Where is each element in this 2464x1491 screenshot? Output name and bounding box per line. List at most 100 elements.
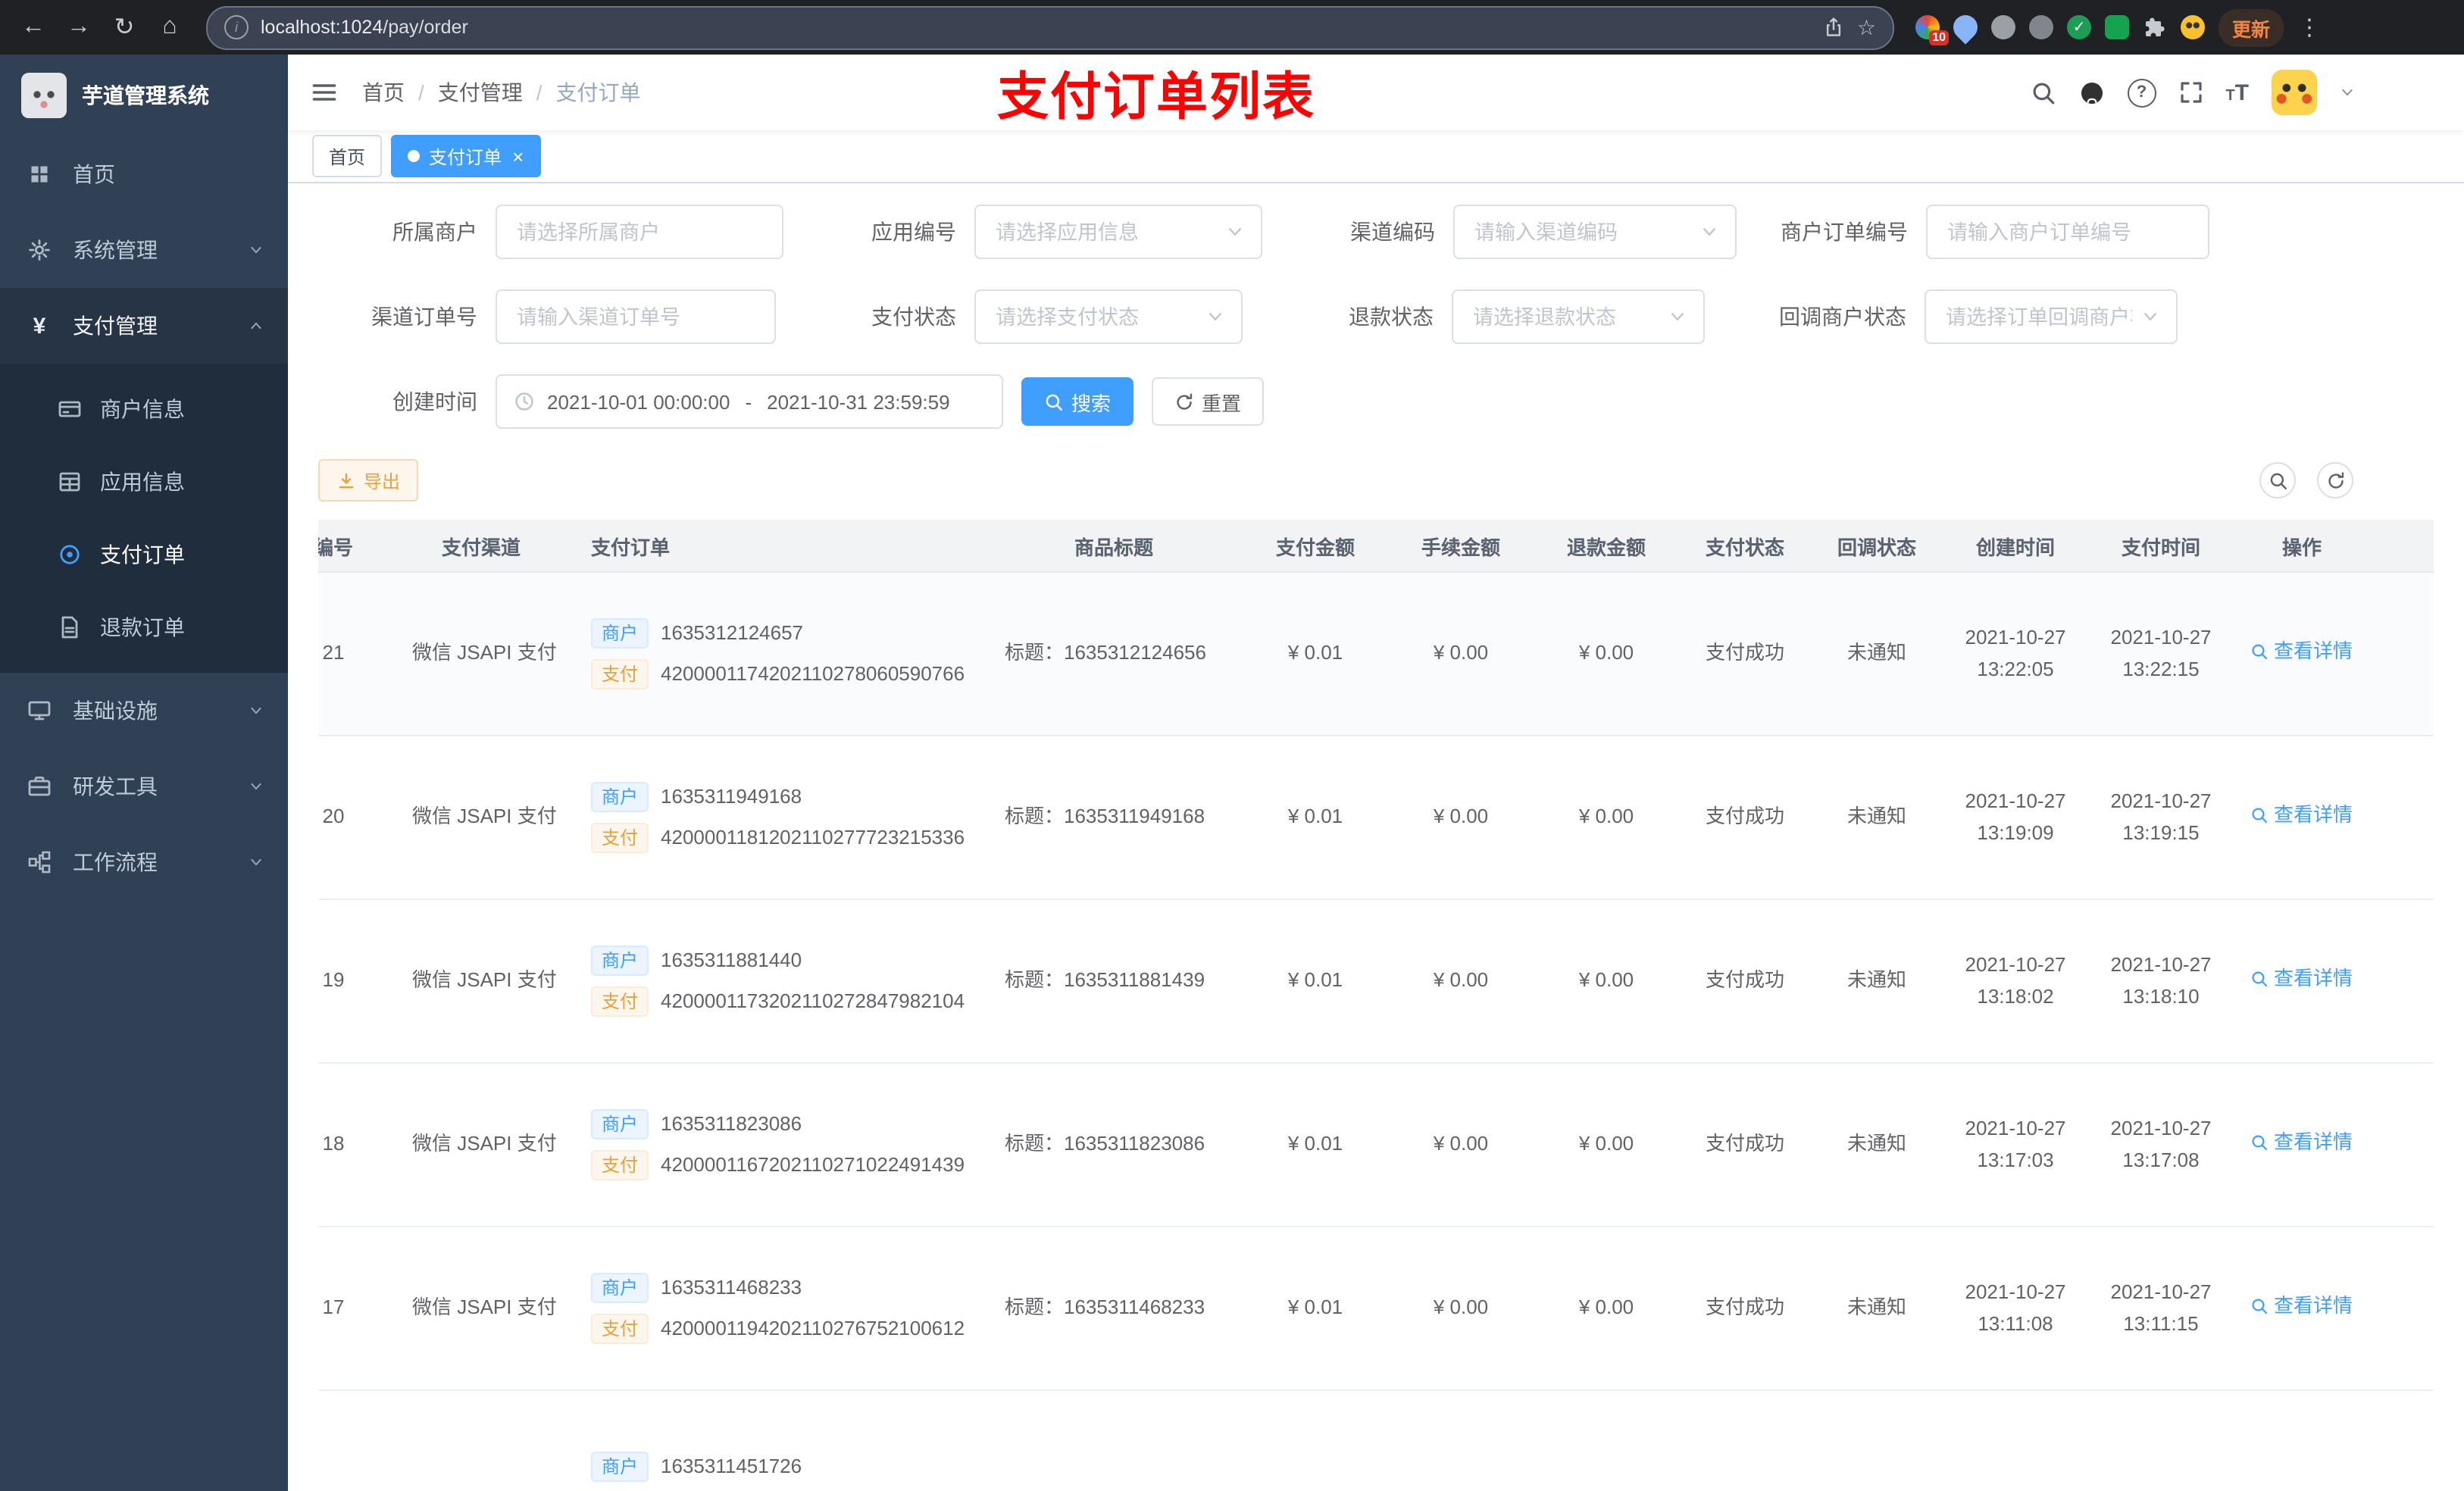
breadcrumb-item[interactable]: 首页 bbox=[362, 77, 405, 108]
refund-status-select[interactable] bbox=[1452, 289, 1705, 344]
merchant-select[interactable] bbox=[496, 205, 783, 259]
column-header[interactable]: 编号 bbox=[318, 531, 409, 560]
pay-status-select[interactable] bbox=[974, 289, 1243, 344]
export-button[interactable]: 导出 bbox=[318, 459, 419, 502]
sidebar-item-merchant-info[interactable]: 商户信息 bbox=[0, 373, 288, 445]
table-row[interactable]: 商户 1635311451726 bbox=[318, 1391, 2434, 1491]
search-button[interactable]: 搜索 bbox=[1021, 377, 1134, 426]
channel-code-select[interactable] bbox=[1453, 205, 1737, 259]
view-detail-link[interactable]: 查看详情 bbox=[2251, 964, 2353, 995]
refund-status-input[interactable] bbox=[1470, 304, 1662, 330]
cell-create-time: 2021-10-27 13:17:03 bbox=[1965, 1117, 2066, 1171]
fullscreen-icon[interactable] bbox=[2178, 80, 2203, 105]
browser-update-button[interactable]: 更新 bbox=[2219, 8, 2284, 46]
cell-pay-time: 2021-10-27 13:11:15 bbox=[2110, 1280, 2212, 1334]
cell-pay-amount: ¥ 0.01 bbox=[1287, 641, 1343, 664]
column-header[interactable]: 支付状态 bbox=[1679, 531, 1811, 560]
search-button-label: 搜索 bbox=[1071, 392, 1112, 414]
site-info-icon[interactable]: i bbox=[224, 15, 249, 39]
breadcrumb-item[interactable]: 支付管理 bbox=[438, 77, 523, 108]
column-header[interactable]: 创建时间 bbox=[1943, 531, 2088, 560]
sidebar-item-pay-order[interactable]: 支付订单 bbox=[0, 518, 288, 591]
app-select[interactable] bbox=[974, 205, 1262, 259]
view-detail-link[interactable]: 查看详情 bbox=[2251, 1128, 2353, 1158]
channel-order-no-field[interactable] bbox=[496, 289, 776, 344]
sidebar-item-workflow[interactable]: 工作流程 bbox=[0, 824, 288, 900]
column-header[interactable]: 操作 bbox=[2234, 531, 2370, 560]
sidebar-toggle-icon[interactable] bbox=[311, 79, 338, 106]
credit-card-icon bbox=[58, 397, 82, 421]
table-row[interactable]: 21 微信 JSAPI 支付 商户 1635312124657 支付 42000… bbox=[318, 573, 2434, 736]
notify-status-input[interactable] bbox=[1943, 304, 2135, 330]
extension-icon[interactable] bbox=[1991, 15, 2015, 39]
date-range-start[interactable]: 2021-10-01 00:00:00 bbox=[547, 390, 730, 413]
merchant-order-no-field[interactable] bbox=[1926, 205, 2209, 259]
merchant-order-no-input[interactable] bbox=[1944, 219, 2191, 245]
column-header[interactable]: 商品标题 bbox=[985, 531, 1243, 560]
browser-forward-button[interactable]: → bbox=[58, 6, 100, 48]
column-header[interactable]: 支付订单 bbox=[553, 531, 985, 560]
sidebar-item-app-info[interactable]: 应用信息 bbox=[0, 445, 288, 518]
reset-button[interactable]: 重置 bbox=[1152, 377, 1265, 426]
column-header[interactable]: 回调状态 bbox=[1811, 531, 1943, 560]
channel-code-input[interactable] bbox=[1471, 219, 1694, 245]
app-logo[interactable]: 芋道管理系统 bbox=[0, 55, 288, 136]
tab-close-icon[interactable]: × bbox=[512, 146, 524, 166]
date-range-end[interactable]: 2021-10-31 23:59:59 bbox=[767, 390, 949, 413]
browser-reload-button[interactable]: ↻ bbox=[103, 6, 145, 48]
cell-refund-amount: ¥ 0.00 bbox=[1578, 968, 1634, 992]
tab-pay-order[interactable]: 支付订单 × bbox=[391, 135, 541, 177]
table-row[interactable]: 17 微信 JSAPI 支付 商户 1635311468233 支付 42000… bbox=[318, 1227, 2434, 1391]
extension-check-icon[interactable]: ✓ bbox=[2067, 15, 2091, 39]
user-avatar[interactable] bbox=[2272, 70, 2317, 115]
extension-drop-icon[interactable] bbox=[1948, 10, 1983, 45]
notify-status-select[interactable] bbox=[1925, 289, 2178, 344]
sidebar-item-home[interactable]: 首页 bbox=[0, 136, 288, 212]
view-detail-link[interactable]: 查看详情 bbox=[2251, 1292, 2353, 1322]
extension-square-icon[interactable] bbox=[2105, 15, 2129, 39]
channel-tag: 支付 bbox=[591, 1150, 649, 1181]
sidebar-item-refund-order[interactable]: 退款订单 bbox=[0, 591, 288, 664]
app-input[interactable] bbox=[993, 219, 1220, 245]
column-header[interactable]: 支付渠道 bbox=[409, 531, 553, 560]
merchant-input[interactable] bbox=[514, 219, 765, 245]
table-row[interactable]: 19 微信 JSAPI 支付 商户 1635311881440 支付 42000… bbox=[318, 900, 2434, 1064]
sidebar-item-system[interactable]: 系统管理 bbox=[0, 212, 288, 288]
pay-status-input[interactable] bbox=[993, 304, 1200, 330]
browser-home-button[interactable]: ⌂ bbox=[149, 6, 191, 48]
view-detail-link[interactable]: 查看详情 bbox=[2251, 637, 2353, 667]
share-icon[interactable] bbox=[1824, 17, 1845, 38]
channel-order-no-input[interactable] bbox=[514, 304, 758, 330]
column-header[interactable]: 手续金额 bbox=[1388, 531, 1534, 560]
create-time-range-picker[interactable]: 2021-10-01 00:00:00 - 2021-10-31 23:59:5… bbox=[496, 374, 1003, 429]
column-header[interactable]: 支付时间 bbox=[2088, 531, 2234, 560]
column-header[interactable]: 退款金额 bbox=[1534, 531, 1679, 560]
extension-pinned-icon[interactable]: 10 bbox=[1915, 15, 1949, 45]
search-icon[interactable] bbox=[2030, 80, 2056, 105]
date-range-separator: - bbox=[745, 390, 752, 413]
sidebar-item-dev-tools[interactable]: 研发工具 bbox=[0, 749, 288, 824]
column-header[interactable]: 支付金额 bbox=[1243, 531, 1388, 560]
browser-profile-avatar[interactable] bbox=[2181, 15, 2205, 39]
avatar-caret-icon[interactable] bbox=[2340, 85, 2355, 100]
extension-icon[interactable] bbox=[2029, 15, 2053, 39]
font-size-icon[interactable]: TT bbox=[2225, 80, 2249, 105]
bookmark-star-icon[interactable]: ☆ bbox=[1857, 14, 1876, 40]
cell-pay-amount: ¥ 0.01 bbox=[1287, 805, 1343, 828]
sidebar-item-infra[interactable]: 基础设施 bbox=[0, 673, 288, 749]
toggle-search-icon[interactable] bbox=[2259, 462, 2296, 499]
github-icon[interactable] bbox=[2078, 80, 2104, 105]
tab-home[interactable]: 首页 bbox=[312, 135, 383, 177]
browser-back-button[interactable]: ← bbox=[12, 6, 55, 48]
sidebar-item-payment[interactable]: ¥ 支付管理 bbox=[0, 288, 288, 364]
help-icon[interactable]: ? bbox=[2127, 78, 2156, 107]
browser-menu-icon[interactable]: ⋮ bbox=[2297, 6, 2322, 48]
address-bar[interactable]: i localhost:1024/pay/order ☆ bbox=[206, 5, 1894, 49]
view-detail-link[interactable]: 查看详情 bbox=[2251, 801, 2353, 831]
table-row[interactable]: 18 微信 JSAPI 支付 商户 1635311823086 支付 42000… bbox=[318, 1064, 2434, 1227]
refresh-table-icon[interactable] bbox=[2317, 462, 2353, 499]
table-row[interactable]: 20 微信 JSAPI 支付 商户 1635311949168 支付 42000… bbox=[318, 736, 2434, 900]
merchant-order-no: 1635312124657 bbox=[661, 620, 804, 644]
extensions-puzzle-icon[interactable] bbox=[2143, 15, 2167, 39]
cell-action: 查看详情 bbox=[2234, 1128, 2370, 1161]
